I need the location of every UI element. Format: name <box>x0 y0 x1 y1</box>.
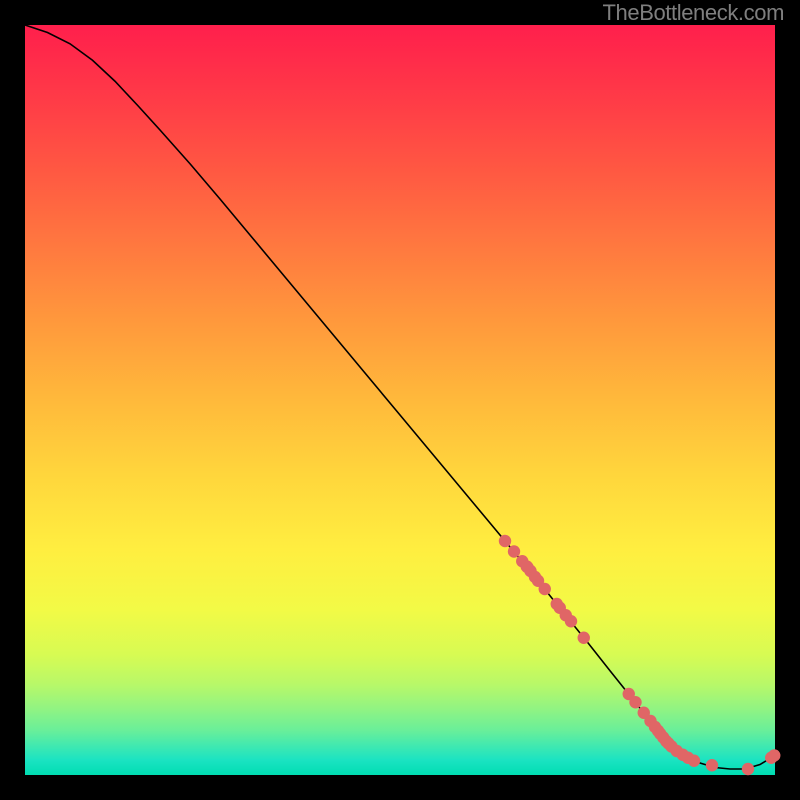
watermark-text: TheBottleneck.com <box>602 0 784 26</box>
highlighted-point <box>508 545 520 557</box>
highlighted-point <box>768 749 780 761</box>
highlighted-point <box>742 763 754 775</box>
highlighted-point <box>578 632 590 644</box>
bottleneck-curve <box>25 25 775 769</box>
highlighted-point <box>565 615 577 627</box>
highlighted-point <box>499 535 511 547</box>
highlighted-point <box>688 755 700 767</box>
highlighted-point-group <box>499 535 781 775</box>
highlighted-point <box>706 759 718 771</box>
highlighted-point <box>629 696 641 708</box>
chart-frame: TheBottleneck.com <box>0 0 800 800</box>
highlighted-point <box>539 583 551 595</box>
curve-svg <box>25 25 775 775</box>
plot-area <box>25 25 775 775</box>
